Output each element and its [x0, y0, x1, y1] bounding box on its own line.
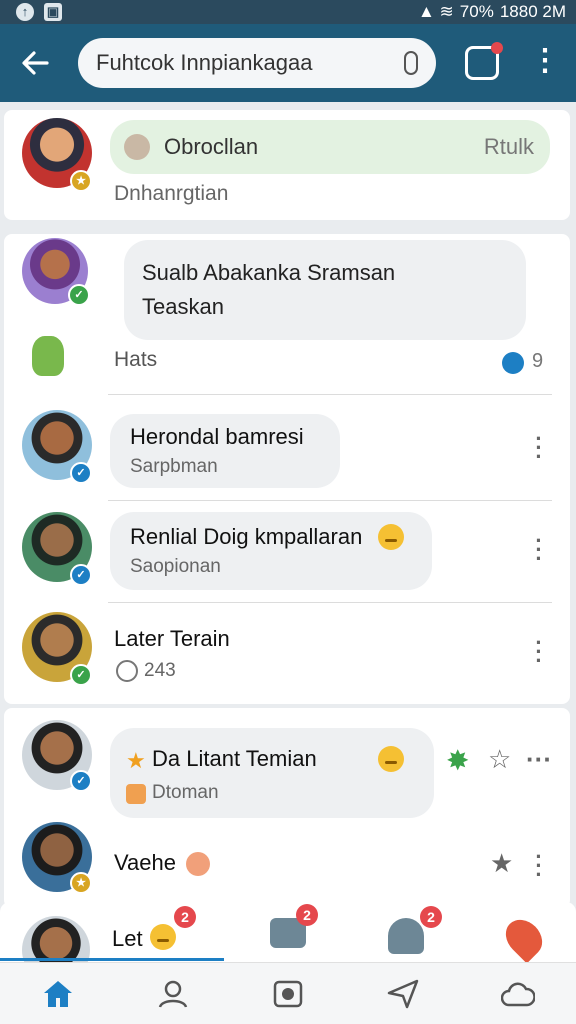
search-input[interactable]: Fuhtcok Innpiankagaa	[78, 38, 436, 88]
status-badge: ★	[70, 872, 92, 894]
sticker-icon	[186, 852, 210, 876]
app-notification-icon: ▣	[44, 3, 62, 21]
arrow-left-icon	[22, 51, 49, 75]
camera-icon	[273, 980, 303, 1007]
star-icon: ★	[126, 748, 146, 773]
chip-label: Obrocllan	[164, 134, 259, 159]
status-badge: ✓	[70, 770, 92, 792]
divider	[108, 500, 552, 501]
nav-send[interactable]	[383, 974, 423, 1014]
item-title: Vaehe	[114, 850, 176, 875]
status-badge: ✓	[68, 284, 90, 306]
divider	[108, 394, 552, 395]
chip-action[interactable]: Rtulk	[484, 134, 534, 160]
nav-camera[interactable]	[268, 974, 308, 1014]
star-icon[interactable]: ★	[490, 848, 513, 879]
active-indicator	[0, 958, 224, 961]
emoji-icon	[378, 524, 404, 550]
person-icon	[158, 980, 187, 1008]
notification-dot	[491, 42, 503, 54]
message-bubble: Renlial Doig kmpallaran Saopionan	[110, 512, 432, 590]
message-line-1: Sualb Abakanka Sramsan	[142, 260, 396, 285]
message-bubble: Herondal bamresi Sarpbman	[110, 414, 340, 488]
cloud-icon	[501, 982, 536, 1006]
chat-chip[interactable]: Obrocllan Rtulk	[110, 120, 550, 174]
item-subtitle: 243	[144, 660, 176, 681]
back-button[interactable]	[0, 24, 70, 102]
app-bar: Fuhtcok Innpiankagaa ⋮	[0, 24, 576, 102]
message-line-2: Teaskan	[142, 294, 224, 319]
emoji-icon	[378, 746, 404, 772]
item-subtitle: Dtoman	[152, 782, 219, 803]
item-title: Herondal bamresi	[130, 424, 304, 449]
location-pin-icon[interactable]	[498, 912, 550, 964]
item-title: Let	[112, 926, 143, 951]
verified-icon	[502, 352, 524, 374]
signal-icon: ▲ ≋	[418, 2, 454, 21]
item-menu-button[interactable]: · · ·	[534, 428, 544, 468]
battery-percent: 70%	[459, 2, 494, 21]
profile-card: ★ Obrocllan Rtulk Dnhanrgtian	[4, 110, 570, 220]
nav-cloud[interactable]	[498, 974, 538, 1014]
item-subtitle: Sarpbman	[130, 456, 218, 477]
divider	[108, 602, 552, 603]
green-star-icon[interactable]: ✸	[446, 744, 469, 777]
emoji-icon	[150, 924, 176, 950]
notification-badge: 2	[174, 906, 196, 928]
item-menu-button[interactable]: · · ·	[534, 632, 544, 672]
star-outline-icon[interactable]: ☆	[488, 744, 511, 775]
reaction-label: Hats	[114, 348, 158, 371]
nav-home[interactable]	[38, 974, 78, 1014]
sticker-icon	[126, 784, 146, 804]
face-icon	[116, 660, 138, 682]
search-text: Fuhtcok Innpiankagaa	[96, 50, 313, 75]
partial-list-row[interactable]: Let 2 2 2	[0, 902, 576, 984]
item-menu-button[interactable]: · · ·	[534, 530, 544, 570]
message-bubble: ★ Da Litant Temian Dtoman	[110, 728, 434, 818]
profile-subtitle: Dnhanrgtian	[114, 182, 229, 205]
clock: 1880 2M	[499, 2, 566, 21]
contact-icon[interactable]	[388, 918, 424, 954]
conversation-card: ✓ ★ Da Litant Temian Dtoman ✸ ☆ ··· ★ Va…	[4, 708, 570, 908]
status-bar: ↑ ▣ ▲ ≋ 70% 1880 2M	[0, 0, 576, 24]
notification-badge: 2	[420, 906, 442, 928]
item-title: Da Litant Temian	[152, 746, 317, 771]
message-bubble[interactable]: Sualb Abakanka Sramsan Teaskan	[124, 240, 526, 340]
item-title: Later Terain	[114, 626, 230, 651]
new-chat-button[interactable]	[465, 42, 503, 80]
home-icon	[43, 980, 72, 1007]
send-icon	[387, 979, 419, 1008]
notification-icon: ↑	[16, 3, 34, 21]
more-options-button[interactable]: ⋮	[528, 46, 562, 80]
sticker-icon	[32, 336, 64, 376]
item-subtitle: Saopionan	[130, 556, 221, 577]
status-badge: ✓	[70, 664, 92, 686]
status-badge: ✓	[70, 462, 92, 484]
mic-icon[interactable]	[404, 51, 418, 75]
more-horizontal-icon[interactable]: ···	[526, 744, 552, 775]
item-title: Renlial Doig kmpallaran	[130, 524, 363, 549]
status-badge: ★	[70, 170, 92, 192]
user-icon	[124, 134, 150, 160]
reaction-count: 9	[532, 350, 544, 372]
item-menu-button[interactable]: · · ·	[534, 846, 544, 886]
bottom-navigation	[0, 962, 576, 1024]
conversation-card: ✓ Sualb Abakanka Sramsan Teaskan Hats 9 …	[4, 234, 570, 704]
notification-badge: 2	[296, 904, 318, 926]
status-badge: ✓	[70, 564, 92, 586]
nav-contacts[interactable]	[153, 974, 193, 1014]
